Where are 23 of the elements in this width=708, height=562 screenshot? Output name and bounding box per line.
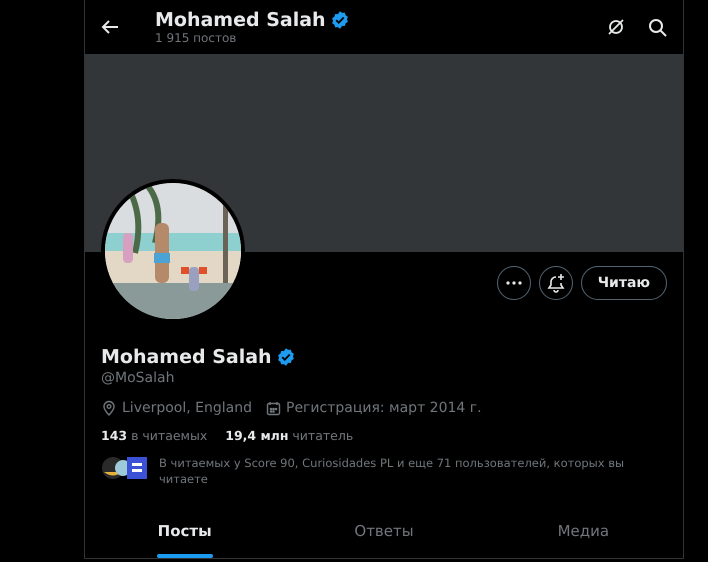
join-date-text: Регистрация: март 2014 г.	[286, 400, 482, 416]
follow-stat-link[interactable]: 143 в читаемых	[101, 428, 208, 443]
follower-avatars-icon	[101, 455, 147, 481]
following-button[interactable]: Читаю	[580, 266, 667, 300]
back-arrow-icon[interactable]	[101, 19, 119, 35]
profile-handle: @MoSalah	[101, 370, 176, 386]
profile-tab[interactable]: Посты	[85, 504, 284, 558]
header-title: Mohamed Salah	[155, 9, 326, 31]
calendar-icon	[266, 400, 281, 416]
more-icon	[506, 281, 522, 285]
notification-button[interactable]	[538, 266, 573, 300]
search-icon[interactable]	[648, 18, 667, 36]
bell-plus-icon	[546, 273, 566, 293]
followed-by-text: В читаемых у Score 90, Curiosidades PL и еще 71 пользователей, которых вы читаете	[159, 455, 626, 487]
profile-name: Mohamed Salah	[101, 346, 272, 368]
profile-tab[interactable]: Ответы	[284, 504, 484, 558]
post-count: 1 915 постов	[155, 31, 238, 45]
profile-tab[interactable]: Медиа	[484, 504, 683, 558]
location-text: Liverpool, England	[122, 400, 252, 416]
slashed-circle-icon[interactable]	[606, 17, 626, 37]
location-pin-icon	[101, 400, 117, 416]
more-button[interactable]	[496, 266, 531, 300]
follow-stat-link[interactable]: 19,4 млн читатель	[225, 428, 354, 443]
